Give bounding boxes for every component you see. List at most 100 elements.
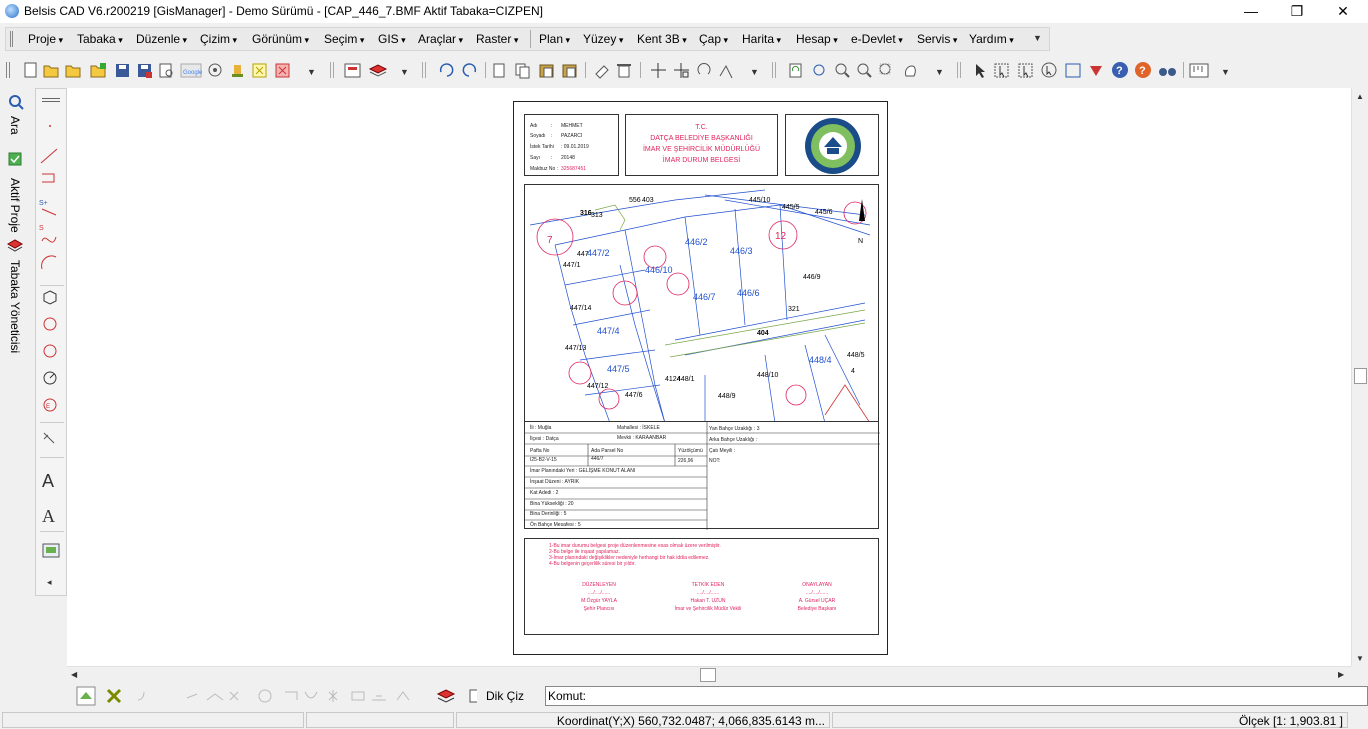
target-icon[interactable] [208, 63, 222, 77]
edit-vertex-icon[interactable] [43, 432, 55, 444]
rotate-icon[interactable] [697, 63, 711, 75]
scroll-down-icon[interactable]: ▼ [1356, 654, 1364, 663]
extend-icon[interactable] [719, 64, 733, 79]
restore-button[interactable]: ❐ [1274, 0, 1320, 23]
redo-icon[interactable] [462, 63, 477, 77]
select-cross-icon[interactable] [1018, 63, 1033, 78]
zoom-window-icon[interactable] [879, 63, 891, 75]
add-folder-icon[interactable] [90, 63, 106, 78]
circle-radius-icon[interactable] [43, 371, 57, 385]
arc-icon[interactable] [41, 255, 57, 270]
scroll-right-icon[interactable]: ▶ [1338, 670, 1344, 679]
scroll-left-icon[interactable]: ◀ [71, 670, 77, 679]
open-folder2-icon[interactable] [65, 65, 81, 78]
zoom-in-icon[interactable] [835, 63, 850, 78]
pan-icon[interactable] [905, 65, 916, 77]
dik-ciz-checkbox[interactable] [469, 689, 477, 703]
horizontal-scroll-thumb[interactable] [700, 668, 716, 682]
menu-duzenle[interactable]: Düzenle [136, 32, 187, 46]
select-arrow-icon[interactable] [976, 64, 985, 78]
spline-icon[interactable]: S [39, 225, 57, 243]
move-icon[interactable] [651, 63, 666, 78]
menu-grip[interactable] [10, 31, 13, 47]
point-icon[interactable] [49, 125, 51, 127]
zoom-out-icon[interactable] [857, 63, 872, 78]
command-input[interactable]: Komut: [545, 686, 1368, 706]
menu-harita[interactable]: Harita [742, 32, 781, 46]
open-folder-icon[interactable] [43, 65, 59, 78]
refresh-icon[interactable] [789, 63, 802, 78]
menu-gis[interactable]: GIS [378, 32, 406, 46]
paste-special-icon[interactable] [562, 64, 577, 78]
binoculars-icon[interactable] [1159, 68, 1176, 76]
undo-icon[interactable] [439, 63, 454, 77]
menu-servis[interactable]: Servis [917, 32, 957, 46]
layer-stack-icon[interactable] [436, 689, 456, 703]
ellipse-icon[interactable]: E [43, 398, 57, 412]
print-preview-icon[interactable] [159, 63, 173, 78]
menu-hesap[interactable]: Hesap [796, 32, 838, 46]
minimize-button[interactable]: — [1228, 0, 1274, 23]
vertical-scrollbar[interactable]: ▲ ▼ [1351, 88, 1368, 666]
vertical-scroll-thumb[interactable] [1354, 368, 1367, 384]
delete-icon[interactable] [617, 64, 631, 78]
select-circle-icon[interactable] [1041, 62, 1057, 78]
layout-icon[interactable] [344, 63, 361, 78]
menu-cap[interactable]: Çap [699, 32, 728, 46]
menu-gorunum[interactable]: Görünüm [252, 32, 309, 46]
menu-cizim[interactable]: Çizim [200, 32, 237, 46]
text-icon[interactable]: A [42, 471, 54, 491]
google-icon[interactable]: Google [180, 63, 203, 78]
horizontal-scrollbar[interactable]: ◀ ▶ [67, 666, 1351, 683]
menu-kent3b[interactable]: Kent 3B [637, 32, 687, 46]
text-multiline-icon[interactable]: A [42, 506, 55, 526]
select-all-icon[interactable] [1065, 63, 1081, 78]
lamp-icon[interactable] [232, 65, 243, 77]
circle-3p-icon[interactable] [43, 344, 57, 358]
polygon-icon[interactable] [43, 290, 57, 305]
menu-proje[interactable]: Proje [28, 32, 63, 46]
palette-collapse-icon[interactable]: ◂ [47, 577, 52, 587]
new-file-icon[interactable] [24, 62, 37, 78]
scroll-up-icon[interactable]: ▲ [1356, 92, 1364, 101]
help-icon[interactable]: ? [1112, 62, 1128, 78]
close-button[interactable]: ✕ [1320, 0, 1366, 23]
circle-icon[interactable] [43, 317, 57, 331]
toolbar-dropdown-icon[interactable]: ▼ [1221, 67, 1230, 77]
menu-araclar[interactable]: Araçlar [418, 32, 463, 46]
export-icon[interactable] [252, 63, 267, 78]
image-icon[interactable] [42, 543, 60, 558]
stack-icon[interactable] [368, 64, 388, 77]
toolbar-dropdown-icon[interactable]: ▼ [935, 67, 944, 77]
menu-yardim[interactable]: Yardım [969, 32, 1014, 46]
zoom-center-icon[interactable] [813, 64, 825, 76]
menu-edevlet[interactable]: e-Devlet [851, 32, 903, 46]
polyline-icon[interactable] [42, 173, 55, 183]
save-as-icon[interactable] [138, 64, 152, 78]
active-project-icon[interactable] [8, 152, 22, 166]
help2-icon[interactable]: ? [1135, 62, 1151, 78]
cut-icon[interactable] [493, 63, 505, 78]
menu-secim[interactable]: Seçim [324, 32, 364, 46]
layer-visibility-icon[interactable] [76, 686, 96, 706]
tab-aktif-proje[interactable]: Aktif Proje [8, 178, 22, 233]
select-window-icon[interactable] [994, 63, 1009, 78]
move-copy-icon[interactable] [674, 63, 689, 78]
layer-manager-icon[interactable] [6, 239, 24, 252]
menu-tabaka[interactable]: Tabaka [77, 32, 123, 46]
paste-icon[interactable] [539, 64, 554, 78]
close-file-icon[interactable] [275, 63, 290, 78]
save-icon[interactable] [116, 64, 129, 77]
copy-icon[interactable] [515, 63, 530, 79]
palette-grip[interactable] [42, 98, 60, 99]
search-icon[interactable] [9, 95, 24, 110]
menu-yuzey[interactable]: Yüzey [583, 32, 623, 46]
toolbar-dropdown-icon[interactable]: ▼ [307, 67, 316, 77]
ruler-icon[interactable] [1189, 63, 1209, 78]
tab-ara[interactable]: Ara [8, 116, 22, 135]
menu-plan[interactable]: Plan [539, 32, 570, 46]
eraser-icon[interactable] [595, 65, 609, 79]
toolbar-grip[interactable] [6, 62, 10, 78]
toolbar-dropdown-icon[interactable]: ▼ [400, 67, 409, 77]
line-icon[interactable] [40, 148, 58, 164]
